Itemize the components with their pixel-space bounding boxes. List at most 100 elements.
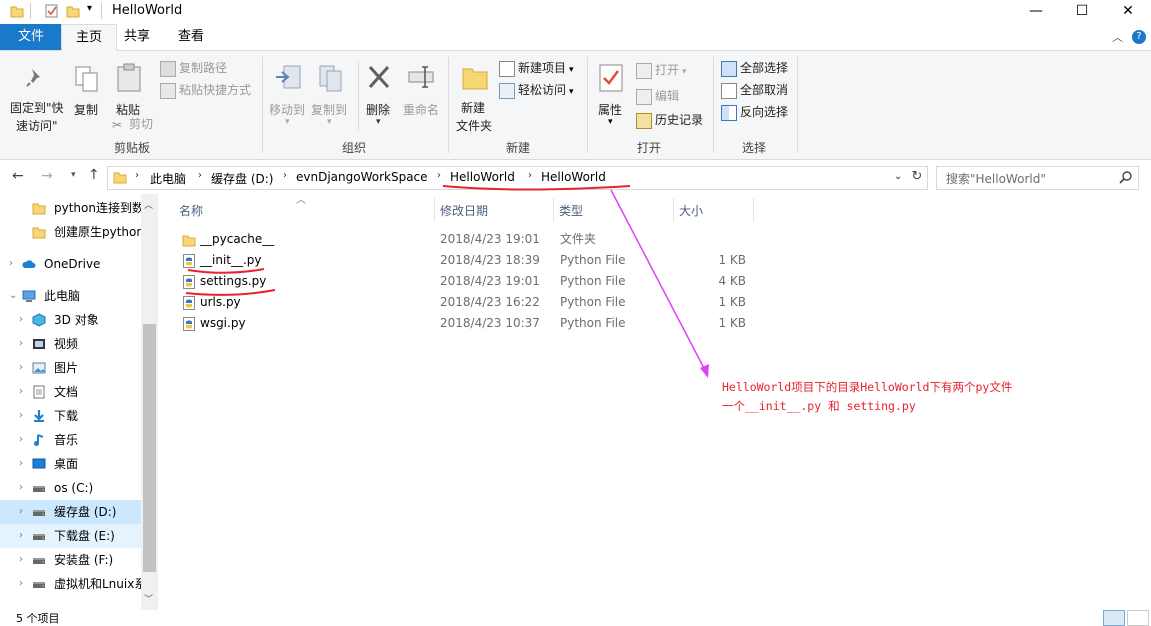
new-folder-button[interactable]: 新建 文件夹 [454,55,494,135]
maximize-button[interactable]: ☐ [1059,0,1105,24]
column-header-date[interactable]: 修改日期 [440,200,488,222]
help-icon[interactable]: ? [1132,30,1146,44]
move-to-button[interactable]: 移动到 ▾ [267,55,307,135]
breadcrumb-workspace[interactable]: evnDjangoWorkSpace [296,170,428,184]
chevron-down-icon[interactable]: ⌄ [9,284,17,308]
sidebar-item-label: 音乐 [54,433,79,447]
rename-button[interactable]: 重命名 [401,55,441,135]
pin-quick-access-button[interactable]: 固定到"快 速访问" [6,55,66,135]
recent-locations-icon[interactable]: ▾ [71,170,76,180]
column-header-name[interactable]: 名称 [179,200,203,222]
tab-home[interactable]: 主页 [61,24,118,51]
minimize-button[interactable]: — [1013,0,1059,24]
breadcrumb-this-pc[interactable]: 此电脑 [150,170,186,187]
tab-share[interactable]: 共享 [110,24,164,50]
file-name: settings.py [200,274,267,288]
sidebar-item[interactable]: › 视频 [0,332,141,356]
file-row[interactable]: __pycache__ 2018/4/23 19:01 文件夹 [178,229,758,250]
chevron-right-icon[interactable]: › [19,452,23,476]
chevron-right-icon[interactable]: › [19,500,23,524]
delete-button[interactable]: 删除 ▾ [362,55,396,135]
tab-file[interactable]: 文件 [0,24,62,50]
file-row[interactable]: settings.py 2018/4/23 19:01 Python File 4 K… [178,271,758,292]
tab-view[interactable]: 查看 [164,24,218,50]
sidebar-item-label: 虚拟机和Lnuix系 [54,577,141,591]
sidebar-item[interactable]: › os (C:) [0,476,141,500]
scroll-down-icon[interactable]: ﹀ [144,592,153,605]
column-header-size[interactable]: 大小 [679,200,703,222]
forward-icon[interactable]: → [41,168,53,184]
cut-button[interactable]: ✂ 剪切 [112,115,160,133]
sidebar-item-label: 缓存盘 (D:) [54,505,117,519]
annotation-note: HelloWorld项目下的目录HelloWorld下有两个py文件 一个__in… [722,378,1012,416]
select-none-button[interactable]: 全部取消 [721,81,788,99]
sidebar-item[interactable]: › 下载盘 (E:) [0,524,141,548]
properties-quick-icon[interactable] [44,3,60,19]
sidebar-item[interactable]: › 缓存盘 (D:) [0,500,141,524]
new-folder-quick-icon[interactable] [66,4,80,18]
new-item-button[interactable]: 新建项目 ▾ [499,59,574,77]
sidebar-item[interactable]: ⌄ 此电脑 [0,284,141,308]
open-button[interactable]: 打开 ▾ [636,61,687,79]
address-dropdown-icon[interactable]: ⌄ [894,171,902,182]
annotation-line-2: 一个__init__.py 和 setting.py [722,399,916,413]
chevron-right-icon[interactable]: › [19,404,23,428]
chevron-right-icon[interactable]: › [19,476,23,500]
up-icon[interactable]: ↑ [88,167,100,183]
file-row[interactable]: urls.py 2018/4/23 16:22 Python File 1 KB [178,292,758,313]
breadcrumb-drive-d[interactable]: 缓存盘 (D:) [211,170,273,187]
chevron-right-icon[interactable]: › [19,428,23,452]
sidebar-item[interactable]: › 虚拟机和Lnuix系 [0,572,141,596]
search-input[interactable]: 搜索"HelloWorld" [936,166,1139,190]
invert-selection-icon [721,104,737,121]
chevron-right-icon[interactable]: › [19,380,23,404]
collapse-ribbon-icon[interactable]: ︿ [1112,29,1123,45]
file-row[interactable]: wsgi.py 2018/4/23 10:37 Python File 1 KB [178,313,758,334]
easy-access-button[interactable]: 轻松访问 ▾ [499,81,574,99]
sidebar-item-label: 文档 [54,385,79,399]
sidebar-scroll-thumb[interactable] [143,324,156,572]
chevron-right-icon[interactable]: › [19,572,23,596]
chevron-right-icon[interactable]: › [19,308,23,332]
ribbon-tabs: 文件 主页 共享 查看 ︿ ? [0,24,1151,51]
column-header-type[interactable]: 类型 [559,200,583,222]
sidebar-item[interactable]: › 文档 [0,380,141,404]
move-to-icon [276,65,301,89]
select-none-label: 全部取消 [740,83,789,97]
copy-path-button[interactable]: 复制路径 [160,59,227,77]
copy-button[interactable]: 复制 [70,55,104,135]
select-all-button[interactable]: 全部选择 [721,59,788,77]
sidebar-item[interactable]: › OneDrive [0,252,141,276]
quick-access-dropdown[interactable]: ▾ [87,3,92,14]
breadcrumb-helloworld-2[interactable]: HelloWorld [541,170,606,184]
refresh-button[interactable]: ↻ [907,166,928,190]
address-bar[interactable]: › 此电脑 › 缓存盘 (D:) › evnDjangoWorkSpace › … [107,166,909,190]
file-size: 1 KB [718,316,746,330]
sidebar-item[interactable]: › 安装盘 (F:) [0,548,141,572]
sidebar-item[interactable]: 创建原生python [0,220,141,244]
sidebar-item[interactable]: › 桌面 [0,452,141,476]
invert-selection-button[interactable]: 反向选择 [721,103,788,121]
properties-button[interactable]: 属性 ▾ [592,55,630,135]
scroll-up-icon[interactable]: ︿ [144,198,153,211]
paste-shortcut-button[interactable]: 粘贴快捷方式 [160,81,251,99]
paste-button[interactable]: 粘贴 [112,55,146,117]
edit-button[interactable]: 编辑 [636,87,679,105]
sidebar-item[interactable]: › 下载 [0,404,141,428]
sidebar-item[interactable]: › 图片 [0,356,141,380]
back-icon[interactable]: ← [12,168,24,184]
copy-to-button[interactable]: 复制到 ▾ [309,55,349,135]
chevron-right-icon[interactable]: › [19,332,23,356]
history-button[interactable]: 历史记录 [636,111,703,129]
chevron-right-icon[interactable]: › [19,524,23,548]
file-row[interactable]: __init__.py 2018/4/23 18:39 Python File 1 K… [178,250,758,271]
chevron-right-icon[interactable]: › [19,548,23,572]
close-button[interactable]: ✕ [1105,0,1151,24]
chevron-right-icon[interactable]: › [19,356,23,380]
breadcrumb-helloworld-1[interactable]: HelloWorld [450,170,515,184]
chevron-right-icon[interactable]: › [9,252,13,276]
sidebar-item[interactable]: › 3D 对象 [0,308,141,332]
sidebar-item[interactable]: python连接到数 [0,196,141,220]
sidebar-item[interactable]: › 音乐 [0,428,141,452]
file-type: 文件夹 [560,232,597,246]
